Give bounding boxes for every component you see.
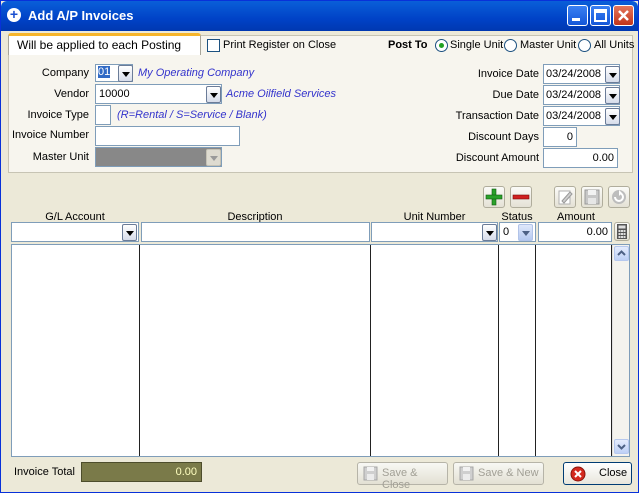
description-entry-field[interactable] [141,222,370,242]
company-name: My Operating Company [138,67,255,79]
floppy-disk-icon [584,189,600,205]
save-and-new-button[interactable]: Save & New [453,462,544,485]
gl-account-entry-field[interactable] [11,222,139,242]
master-unit-label: Master Unit [32,151,89,163]
print-register-label: Print Register on Close [223,39,337,51]
discount-days-label: Discount Days [468,131,539,143]
calculator-icon [617,224,627,239]
close-label: Close [599,467,628,479]
add-line-button[interactable] [483,186,505,208]
calculator-button[interactable] [614,222,630,241]
maximize-icon [594,9,607,22]
radio-all-units[interactable] [578,39,591,52]
save-line-button[interactable] [581,186,603,208]
vendor-field[interactable]: 10000 [95,84,222,104]
post-to-label: Post To [388,39,428,51]
floppy-disk-icon [363,466,378,481]
remove-icon [512,194,530,200]
undo-line-button[interactable] [608,186,630,208]
invoice-lines-grid[interactable] [11,244,630,457]
minimize-icon [572,18,580,21]
vendor-dropdown-button[interactable] [206,86,221,103]
plus-icon: + [7,7,21,22]
status-dropdown-button[interactable] [518,224,533,241]
undo-icon [612,190,626,204]
column-divider [535,245,536,456]
maximize-button[interactable] [590,5,611,26]
master-unit-field[interactable] [95,147,222,167]
pencil-icon [558,190,573,205]
radio-single-unit[interactable] [435,39,448,52]
close-circle-icon [570,466,586,482]
close-button[interactable]: Close [563,462,632,485]
scroll-up-button[interactable] [614,246,629,261]
print-register-checkbox[interactable] [207,39,220,52]
chevron-up-icon [617,250,626,256]
invoice-total-value: 0.00 [81,462,202,482]
close-window-button[interactable] [613,5,634,26]
company-label: Company [41,67,89,79]
close-icon [618,10,629,21]
due-date-label: Due Date [492,89,539,101]
company-dropdown-button[interactable] [118,65,133,82]
grid-vertical-scrollbar[interactable] [612,245,629,456]
column-divider [370,245,371,456]
window-title: Add A/P Invoices [28,8,134,23]
minimize-button[interactable] [567,5,588,26]
tab-posting-defaults[interactable]: Will be applied to each Posting [8,33,201,55]
discount-days-field[interactable]: 0 [543,127,577,147]
vendor-name: Acme Oilfield Services [226,88,337,100]
unit-number-entry-field[interactable] [371,222,498,242]
unit-number-dropdown-button[interactable] [482,224,497,241]
transaction-date-label: Transaction Date [455,110,539,122]
title-bar[interactable]: + Add A/P Invoices [1,1,638,31]
save-and-new-label: Save & New [478,467,539,479]
master-unit-option-label: Master Unit [520,39,577,51]
invoice-number-label: Invoice Number [11,129,89,141]
master-unit-dropdown-button[interactable] [206,149,221,166]
all-units-label: All Units [594,39,635,51]
transaction-date-dropdown-button[interactable] [605,108,620,125]
invoice-total-label: Invoice Total [14,466,75,478]
floppy-disk-icon [459,466,474,481]
due-date-dropdown-button[interactable] [605,87,620,104]
column-divider [139,245,140,456]
amount-entry-field[interactable]: 0.00 [538,222,612,242]
add-icon [485,188,503,206]
save-and-close-button[interactable]: Save & Close [357,462,448,491]
discount-amount-label: Discount Amount [455,152,539,164]
gl-account-dropdown-button[interactable] [122,224,137,241]
chevron-down-icon [617,444,626,450]
add-ap-invoices-window: + Add A/P Invoices Will be applied to ea… [0,0,639,493]
vendor-label: Vendor [54,88,89,100]
column-divider [498,245,499,456]
save-and-close-label: Save & Close [382,467,418,491]
invoice-date-dropdown-button[interactable] [605,66,620,83]
single-unit-label: Single Unit [450,39,504,51]
radio-master-unit[interactable] [504,39,517,52]
company-value: 01 [98,66,111,78]
invoice-date-label: Invoice Date [477,68,539,80]
scroll-down-button[interactable] [614,439,629,454]
remove-line-button[interactable] [510,186,532,208]
invoice-type-hint: (R=Rental / S=Service / Blank) [117,109,267,121]
invoice-number-field[interactable] [95,126,240,146]
invoice-type-label: Invoice Type [27,109,89,121]
edit-line-button[interactable] [554,186,576,208]
invoice-type-field[interactable] [95,105,111,125]
discount-amount-field[interactable]: 0.00 [543,148,618,168]
